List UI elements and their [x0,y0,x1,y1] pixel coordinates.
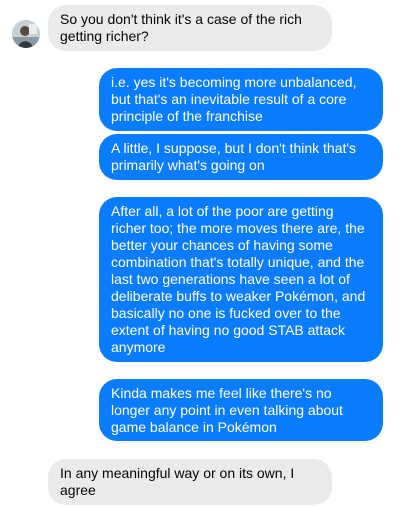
message-thread: So you don't think it's a case of the ri… [0,0,413,507]
message-bubble-outgoing[interactable]: After all, a lot of the poor are getting… [99,197,383,362]
message-bubble-outgoing[interactable]: i.e. yes it's becoming more unbalanced, … [99,68,383,131]
message-bubble-incoming[interactable]: In any meaningful way or on its own, I a… [48,459,332,505]
message-bubble-outgoing[interactable]: Kinda makes me feel like there's no long… [99,379,383,441]
profile-photo-icon [12,20,40,48]
message-bubble-outgoing[interactable]: A little, I suppose, but I don't think t… [99,134,383,180]
contact-avatar[interactable] [12,20,40,48]
message-bubble-incoming[interactable]: So you don't think it's a case of the ri… [48,5,332,51]
